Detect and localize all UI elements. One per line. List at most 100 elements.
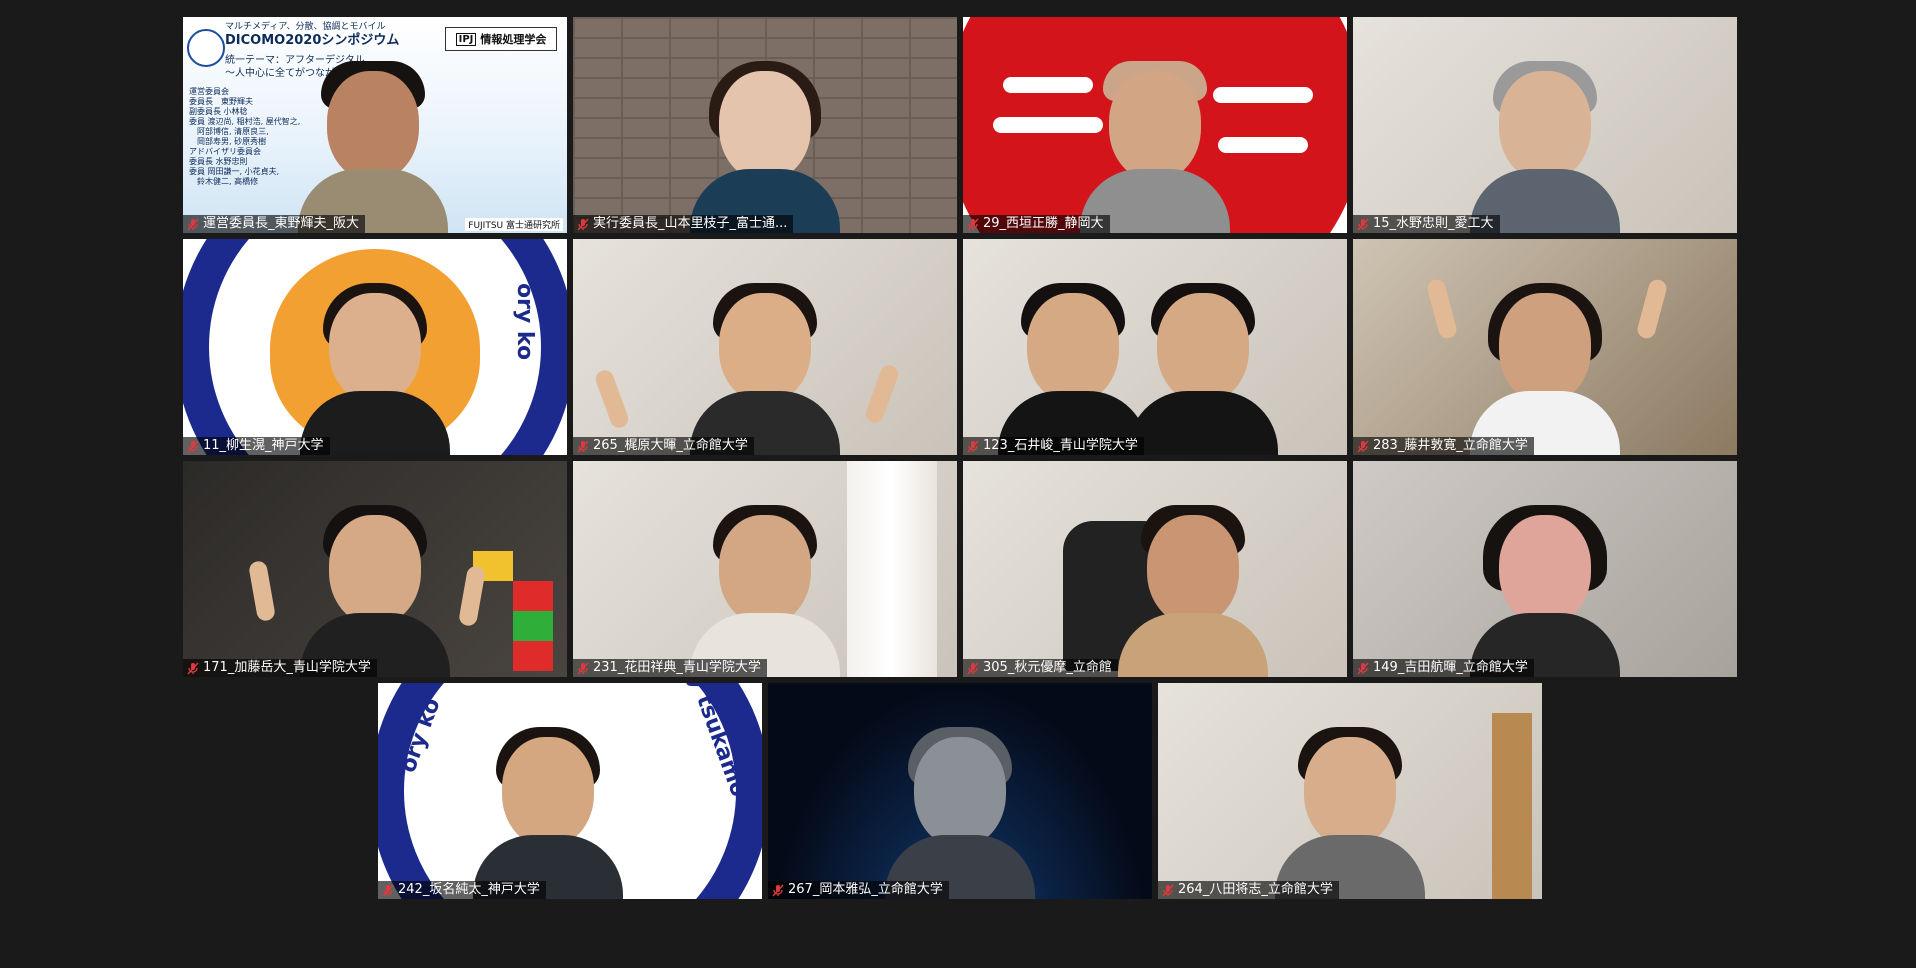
participant-face	[719, 515, 811, 625]
participant-name-label: 171_加藤岳大_青山学院大学	[183, 659, 377, 677]
participant-face	[914, 737, 1006, 847]
participant-face	[1499, 293, 1591, 403]
video-tile[interactable]: マルチメディア、分散、協調とモバイル DICOMO2020シンポジウム 統一テー…	[183, 17, 567, 233]
participant-name: 実行委員長_山本里枝子_富士通...	[593, 216, 788, 231]
participant-name: 265_梶原大暉_立命館大学	[593, 438, 748, 453]
committee-line: 岡部寿男, 砂原秀樹	[189, 137, 267, 146]
participant-name-label: 29_西垣正勝_静岡大	[963, 215, 1110, 233]
video-tile[interactable]: ory ko 11_柳生滉_神戸大学	[183, 239, 567, 455]
video-tile[interactable]: 305_秋元優摩_立命館	[963, 461, 1347, 677]
participant-video	[690, 265, 840, 455]
participant-face	[1027, 293, 1119, 403]
committee-line: 阿部博信, 清原良三,	[189, 127, 269, 136]
storage-bin	[513, 581, 553, 611]
mic-muted-icon	[187, 440, 199, 453]
video-tile[interactable]: 29_西垣正勝_静岡大	[963, 17, 1347, 233]
video-tile[interactable]: 231_花田祥典_青山学院大学	[573, 461, 957, 677]
participant-name: 242_坂名純太_神戸大学	[398, 882, 540, 897]
participant-name: 149_吉田航暉_立命館大学	[1373, 660, 1528, 675]
storage-bin	[513, 641, 553, 671]
committee-line: 運営委員会	[189, 87, 229, 96]
participant-face	[719, 293, 811, 403]
participant-name: 305_秋元優摩_立命館	[983, 660, 1112, 675]
mic-muted-icon	[187, 218, 199, 231]
storage-bin	[513, 611, 553, 641]
participant-video-second	[1128, 265, 1278, 455]
participant-video	[1470, 43, 1620, 233]
video-tile[interactable]: 15_水野忠則_愛工大	[1353, 17, 1737, 233]
video-gallery: マルチメディア、分散、協調とモバイル DICOMO2020シンポジウム 統一テー…	[0, 0, 1916, 968]
mic-muted-icon	[1357, 218, 1369, 231]
participant-name: 231_花田祥典_青山学院大学	[593, 660, 761, 675]
mic-muted-icon	[382, 884, 394, 897]
participant-face	[1147, 515, 1239, 625]
video-tile[interactable]: 267_岡本雅弘_立命館大学	[768, 683, 1152, 899]
participant-video	[298, 43, 448, 233]
participant-video	[998, 265, 1148, 455]
participant-name: 29_西垣正勝_静岡大	[983, 216, 1104, 231]
video-tile[interactable]: 実行委員長_山本里枝子_富士通...	[573, 17, 957, 233]
participant-face	[329, 515, 421, 625]
participant-video	[1275, 709, 1425, 899]
participant-video	[1118, 487, 1268, 677]
committee-line: 委員 岡田謙一, 小花貞夫,	[189, 167, 280, 176]
committee-line: 鈴木健二, 高橋修	[189, 177, 259, 186]
participant-name-label: 149_吉田航暉_立命館大学	[1353, 659, 1534, 677]
ipsj-mark-icon: IPJ	[455, 32, 477, 46]
participant-name-label: 283_藤井敦寛_立命館大学	[1353, 437, 1534, 455]
mic-muted-icon	[1357, 662, 1369, 675]
participant-face	[502, 737, 594, 847]
participant-name-label: 運営委員長_東野輝夫_阪大	[183, 215, 366, 233]
curtain	[847, 461, 937, 677]
participant-face	[1304, 737, 1396, 847]
participant-video	[1470, 265, 1620, 455]
participant-name: 171_加藤岳大_青山学院大学	[203, 660, 371, 675]
video-tile[interactable]: 265_梶原大暉_立命館大学	[573, 239, 957, 455]
video-tile[interactable]: 264_八田将志_立命館大学	[1158, 683, 1542, 899]
participant-name-label: 305_秋元優摩_立命館	[963, 659, 1118, 677]
video-tile[interactable]: 171_加藤岳大_青山学院大学	[183, 461, 567, 677]
participant-name: 11_柳生滉_神戸大学	[203, 438, 324, 453]
participant-video	[690, 43, 840, 233]
committee-list: 運営委員会 委員長 東野輝夫 副委員長 小林稔 委員 渡辺尚, 稲村浩, 屋代智…	[189, 87, 300, 187]
participant-name: 運営委員長_東野輝夫_阪大	[203, 216, 360, 231]
participant-name-label: 123_石井峻_青山学院大学	[963, 437, 1144, 455]
participant-video	[885, 709, 1035, 899]
dicomo-logo-icon	[187, 29, 225, 67]
brush-stroke	[1218, 137, 1308, 153]
participant-name: 267_岡本雅弘_立命館大学	[788, 882, 943, 897]
participant-video	[300, 265, 450, 455]
committee-line: 委員 渡辺尚, 稲村浩, 屋代智之,	[189, 117, 301, 126]
participant-shirt	[1118, 613, 1268, 677]
participant-name: 15_水野忠則_愛工大	[1373, 216, 1494, 231]
participant-video	[1470, 487, 1620, 677]
participant-video	[473, 709, 623, 899]
participant-name: 123_石井峻_青山学院大学	[983, 438, 1138, 453]
mic-muted-icon	[577, 440, 589, 453]
participant-name-label: 11_柳生滉_神戸大学	[183, 437, 330, 455]
participant-face	[719, 71, 811, 181]
video-tile[interactable]: 149_吉田航暉_立命館大学	[1353, 461, 1737, 677]
participant-shirt	[1128, 391, 1278, 455]
participant-name-label: 231_花田祥典_青山学院大学	[573, 659, 767, 677]
committee-line: 委員長 東野輝夫	[189, 97, 253, 106]
video-tile[interactable]: ory ko y tsukamo 242_坂名純太_神戸大学	[378, 683, 762, 899]
video-tile[interactable]: 123_石井峻_青山学院大学	[963, 239, 1347, 455]
mic-muted-icon	[577, 662, 589, 675]
mic-muted-icon	[187, 662, 199, 675]
committee-line: アドバイザリ委員会	[189, 147, 261, 156]
participant-name-label: 267_岡本雅弘_立命館大学	[768, 881, 949, 899]
sponsor-logo: FUJITSU 富士通研究所	[465, 218, 563, 231]
participant-face	[327, 71, 419, 181]
participant-name-label: 242_坂名純太_神戸大学	[378, 881, 546, 899]
participant-face	[1157, 293, 1249, 403]
mic-muted-icon	[967, 218, 979, 231]
participant-face	[1109, 71, 1201, 181]
participant-name-label: 実行委員長_山本里枝子_富士通...	[573, 215, 794, 233]
mic-muted-icon	[967, 662, 979, 675]
mic-muted-icon	[1357, 440, 1369, 453]
participant-name: 283_藤井敦寛_立命館大学	[1373, 438, 1528, 453]
video-tile[interactable]: 283_藤井敦寛_立命館大学	[1353, 239, 1737, 455]
wooden-door	[1492, 713, 1532, 899]
participant-video	[1080, 43, 1230, 233]
